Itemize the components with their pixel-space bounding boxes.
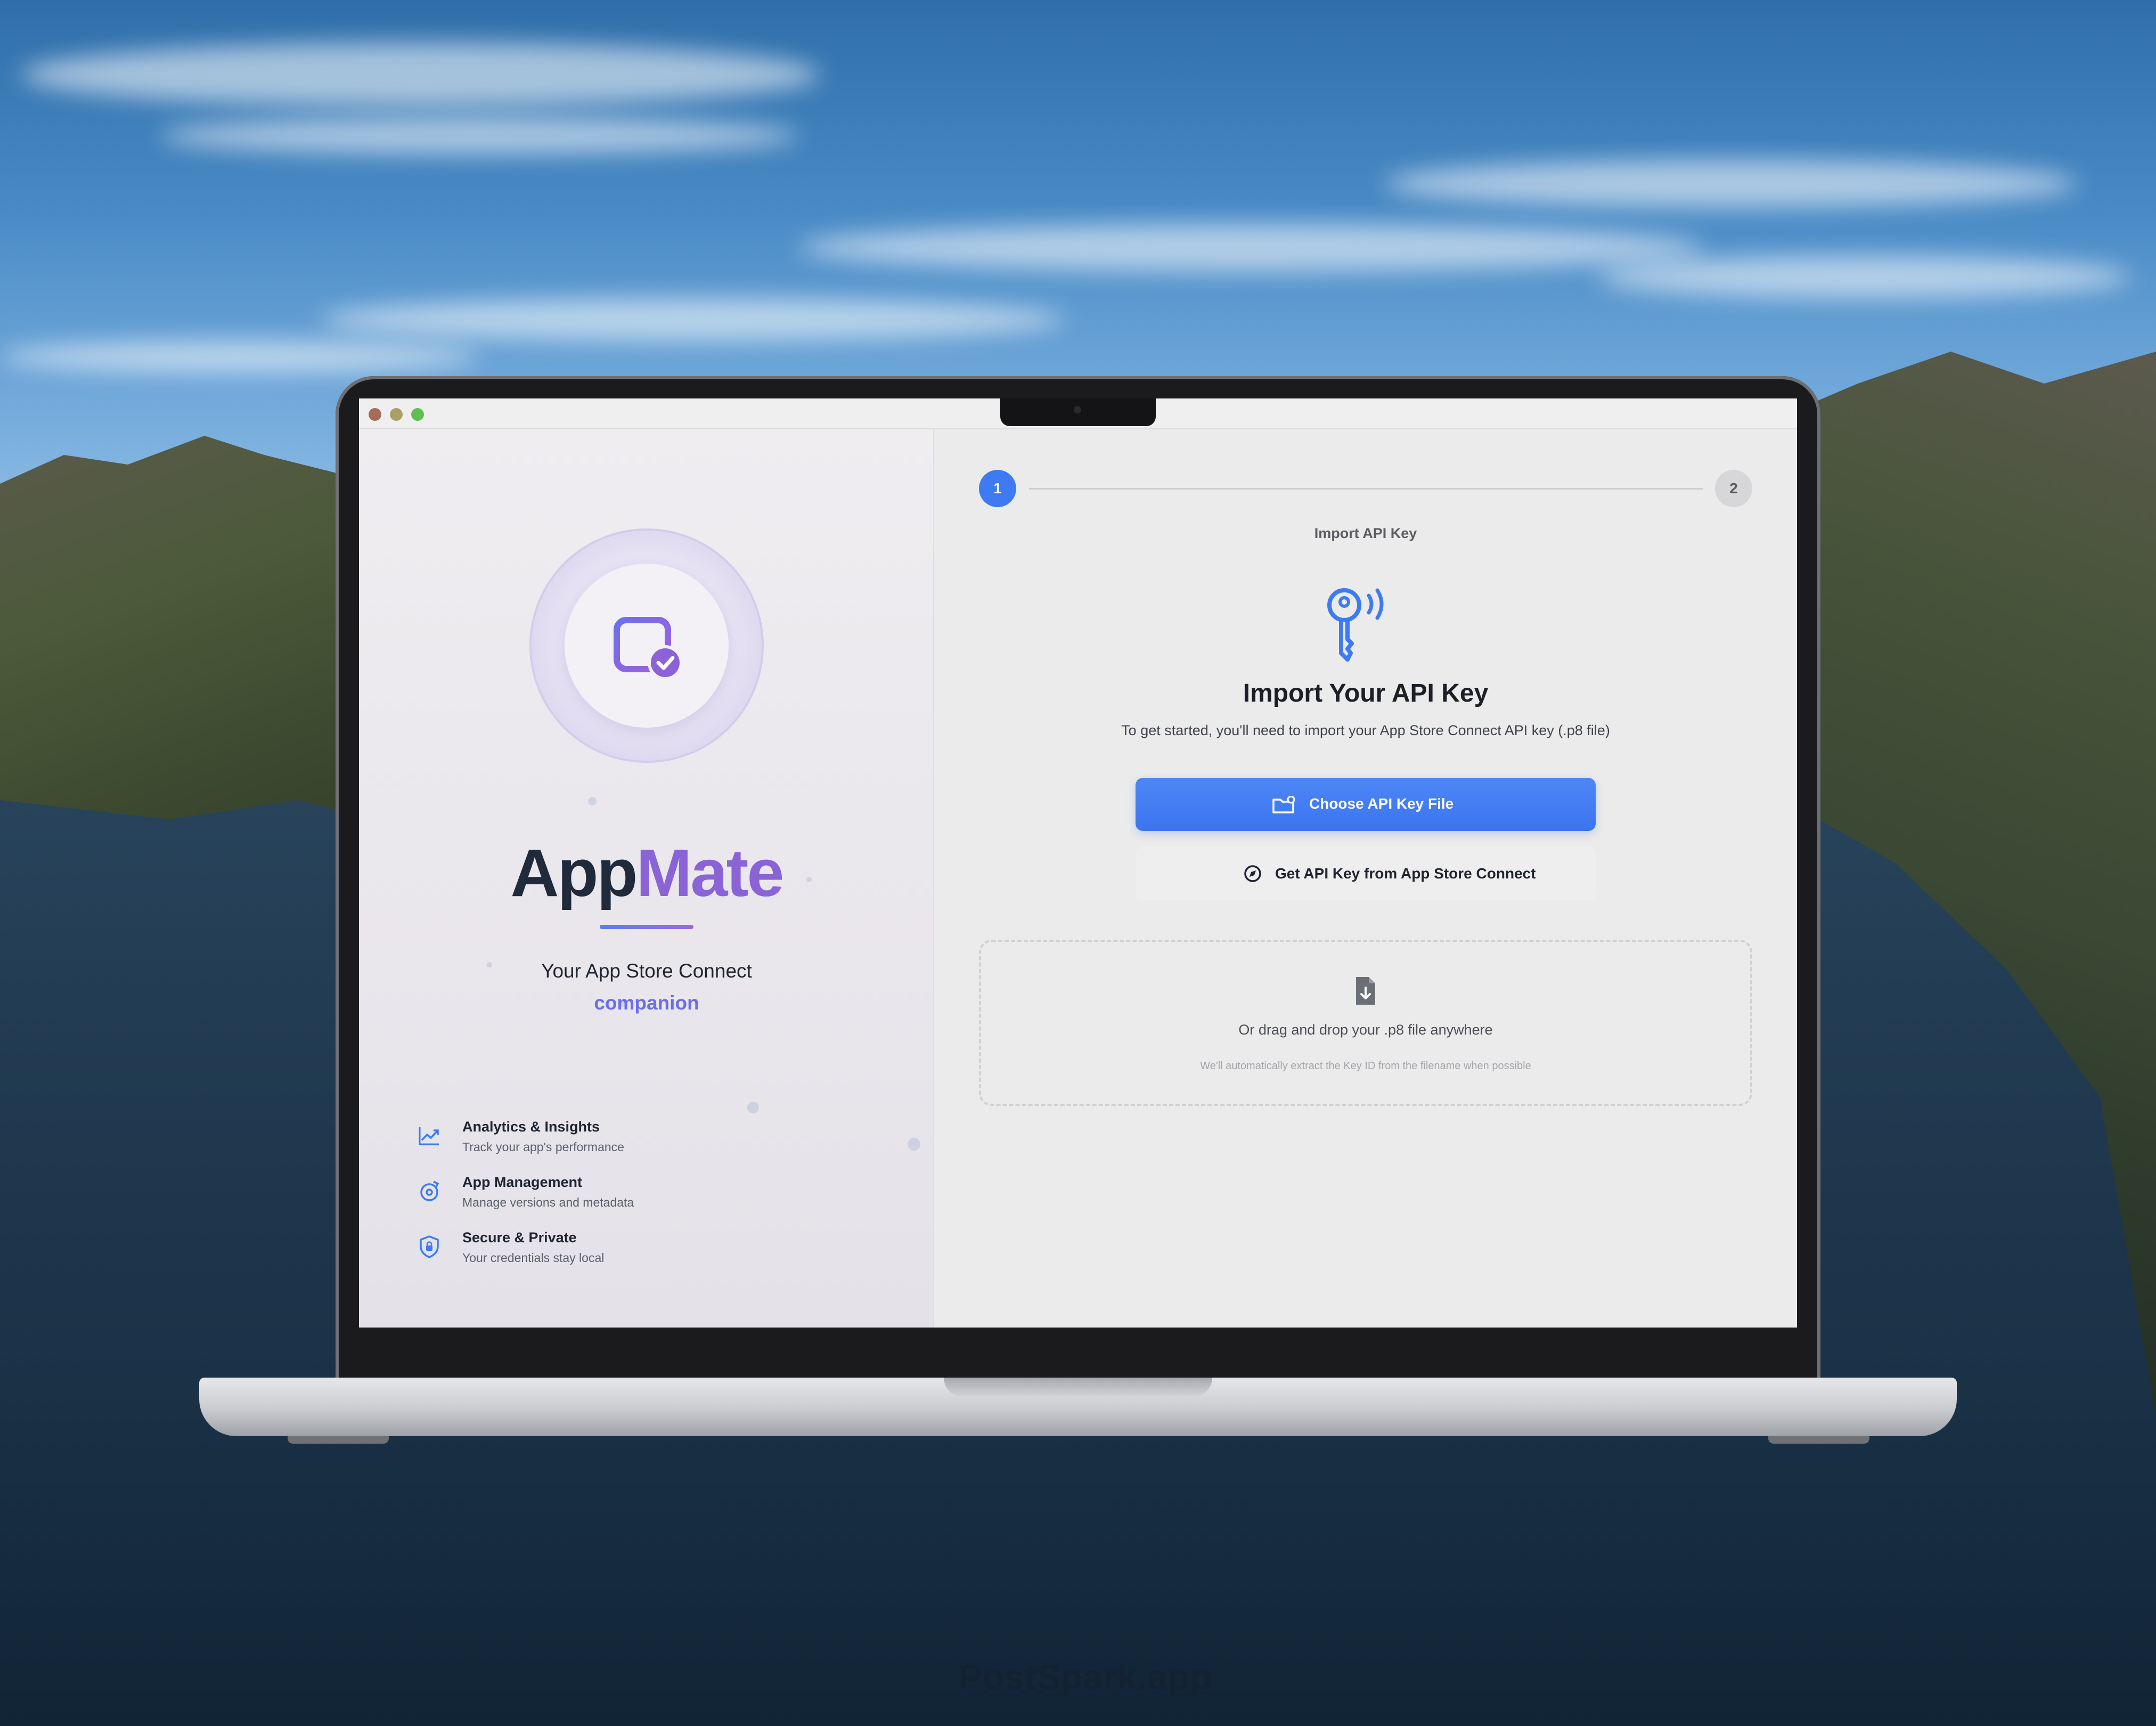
feature-title: Analytics & Insights: [462, 1119, 600, 1135]
choose-api-key-file-label: Choose API Key File: [1309, 795, 1454, 812]
sidebar-panel: AppMate Your App Store Connect companion…: [359, 429, 934, 1328]
laptop-hinge-groove: [944, 1378, 1212, 1397]
choose-api-key-file-button[interactable]: Choose API Key File: [1136, 778, 1596, 831]
step-1-indicator: 1: [979, 470, 1016, 507]
chart-line-icon: [418, 1124, 441, 1147]
shield-lock-icon: [418, 1235, 441, 1258]
stepper-track: [1029, 488, 1703, 490]
laptop-foot-right: [1768, 1436, 1869, 1444]
app-window-check-icon: [614, 617, 683, 680]
window-minimize-button[interactable]: [390, 408, 403, 421]
brand-word-app: App: [510, 835, 638, 910]
feature-title: Secure & Private: [462, 1230, 577, 1245]
app-window: AppMate Your App Store Connect companion…: [359, 398, 1797, 1328]
camera-icon: [1074, 406, 1081, 413]
tagline-highlight: companion: [594, 992, 699, 1014]
brand-wordmark: AppMate: [481, 834, 812, 911]
drop-zone-hint: We'll automatically extract the Key ID f…: [1200, 1060, 1531, 1072]
feature-subtitle: Track your app's performance: [462, 1140, 624, 1154]
brand-underline: [600, 925, 693, 929]
tagline: Your App Store Connect: [541, 960, 752, 982]
feature-analytics: Analytics & Insights Track your app's per…: [418, 1119, 790, 1161]
step-2-indicator: 2: [1715, 470, 1752, 507]
brand-word-mate: Mate: [636, 835, 784, 910]
feature-subtitle: Your credentials stay local: [462, 1251, 605, 1265]
compass-icon: [1244, 865, 1261, 882]
folder-badge-icon: [1272, 796, 1295, 813]
key-signal-icon: [1327, 588, 1384, 662]
watermark-text: PostSpark.app: [959, 1657, 1212, 1697]
page-description: To get started, you'll need to import yo…: [1121, 722, 1610, 738]
document-download-icon: [1356, 977, 1375, 1005]
get-api-key-link-button[interactable]: Get API Key from App Store Connect: [1136, 847, 1596, 900]
window-zoom-button[interactable]: [411, 408, 424, 421]
drop-zone-text: Or drag and drop your .p8 file anywhere: [1238, 1022, 1493, 1038]
feature-subtitle: Manage versions and metadata: [462, 1195, 634, 1209]
feature-secure-private: Secure & Private Your credentials stay lo…: [418, 1230, 790, 1272]
page-title: Import Your API Key: [1243, 679, 1489, 707]
feature-title: App Management: [462, 1174, 583, 1190]
window-close-button[interactable]: [369, 408, 381, 421]
get-api-key-link-label: Get API Key from App Store Connect: [1275, 865, 1536, 882]
feature-app-management: App Management Manage versions and metada…: [418, 1174, 790, 1217]
file-drop-zone[interactable]: Or drag and drop your .p8 file anywhere …: [979, 940, 1752, 1106]
step-label: Import API Key: [1314, 525, 1417, 541]
gear-sync-icon: [418, 1179, 441, 1203]
onboarding-panel: 1 2 Import API Key Import Your API Key T…: [934, 429, 1797, 1328]
laptop-foot-left: [288, 1436, 389, 1444]
camera-notch: [1000, 398, 1156, 426]
